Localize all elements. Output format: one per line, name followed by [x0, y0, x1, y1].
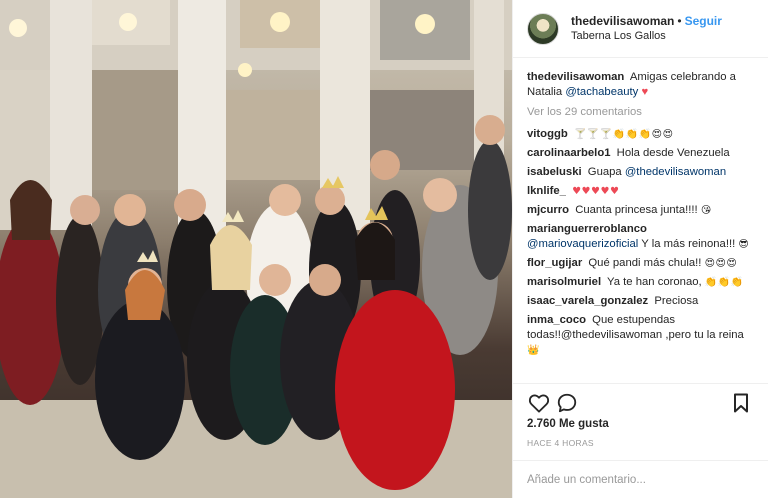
comment-item: isaac_varela_gonzalez Preciosa [527, 294, 759, 309]
follow-button[interactable]: Seguir [685, 14, 722, 28]
comment-item: inma_coco Que estupendas todas!!@thedevi… [527, 313, 759, 358]
comment-text: Preciosa [654, 295, 699, 307]
comment-username[interactable]: isabeluski [527, 166, 582, 178]
comments-list: thedevilisawoman Amigas celebrando a Nat… [513, 64, 768, 382]
action-bar [513, 383, 768, 417]
comment-item: carolinaarbelo1 Hola desde Venezuela [527, 146, 759, 161]
header-text: thedevilisawoman • Seguir Taberna Los Gall… [571, 14, 722, 44]
caption-username[interactable]: thedevilisawoman [527, 71, 624, 83]
comment-emoji: 👏👏👏 [704, 277, 744, 288]
comment-username[interactable]: marisolmuriel [527, 276, 601, 288]
comment-text: Cuanta princesa junta!!!! [575, 204, 698, 216]
separator-dot: • [677, 13, 682, 28]
location-link[interactable]: Taberna Los Gallos [571, 29, 722, 44]
comment-text: Y la más reinona!!! [641, 238, 736, 250]
comment-text: Ya te han coronao, [607, 276, 702, 288]
post-header: thedevilisawoman • Seguir Taberna Los Gall… [513, 0, 768, 58]
comment-mention[interactable]: @thedevilisawoman [625, 166, 726, 178]
username-link[interactable]: thedevilisawoman [571, 14, 674, 28]
group-photo-illustration [0, 0, 512, 498]
comment-username[interactable]: carolinaarbelo1 [527, 147, 611, 159]
add-comment-input[interactable] [527, 473, 755, 486]
post-timestamp: HACE 4 HORAS [527, 438, 594, 448]
comment-username[interactable]: vitoggb [527, 128, 568, 140]
comment-text: Guapa [587, 166, 622, 178]
comment-mention[interactable]: @mariovaquerizoficial [527, 238, 638, 250]
likes-count[interactable]: 2.760 Me gusta [527, 418, 609, 430]
comment-username[interactable]: inma_coco [527, 314, 586, 326]
comment-item: mjcurro Cuanta princesa junta!!!! 😘 [527, 203, 759, 218]
comment-username[interactable]: lknlife_ [527, 185, 566, 197]
bookmark-icon [734, 393, 748, 413]
comment-item: vitoggb 🍸🍸🍸👏👏👏😍😍 [527, 127, 759, 142]
comment-item: isabeluski Guapa @thedevilisawoman [527, 165, 759, 180]
avatar[interactable] [527, 12, 559, 45]
comment-emoji: ♥♥♥♥♥ [572, 186, 620, 197]
save-button[interactable] [727, 389, 755, 417]
comment-username[interactable]: flor_ugijar [527, 257, 582, 269]
view-more-comments-link[interactable]: Ver los 29 comentarios [527, 105, 759, 120]
caption-mention[interactable]: @tachabeauty [565, 86, 638, 98]
comment-item: lknlife_ ♥♥♥♥♥ [527, 184, 759, 199]
heart-icon [528, 394, 550, 413]
comment-username[interactable]: mjcurro [527, 204, 569, 216]
comment-username[interactable]: marianguerreroblanco [527, 223, 647, 235]
post-photo[interactable] [0, 0, 512, 498]
comment-text: Qué pandi más chula!! [588, 257, 702, 269]
comment-button[interactable] [553, 389, 581, 417]
comment-emoji: 😍😍😍 [704, 258, 738, 269]
comment-emoji: 😘 [700, 205, 712, 216]
comment-item: flor_ugijar Qué pandi más chula!! 😍😍😍 [527, 256, 759, 271]
comment-emoji: 👑 [527, 345, 540, 356]
heart-emoji: ♥ [641, 86, 649, 98]
comment-text: Hola desde Venezuela [616, 147, 730, 159]
add-comment-bar [513, 460, 768, 498]
comment-emoji: 😎 [738, 239, 750, 250]
comment-emoji: 🍸🍸🍸👏👏👏😍😍 [573, 129, 674, 140]
comment-username[interactable]: isaac_varela_gonzalez [527, 295, 648, 307]
speech-bubble-icon [557, 393, 577, 413]
comment-item: marianguerreroblanco @mariovaquerizofici… [527, 222, 759, 252]
post-side-panel: thedevilisawoman • Seguir Taberna Los Gall… [512, 0, 768, 498]
like-button[interactable] [525, 389, 553, 417]
comment-item: marisolmuriel Ya te han coronao, 👏👏👏 [527, 275, 759, 290]
header-line: thedevilisawoman • Seguir [571, 14, 722, 29]
caption: thedevilisawoman Amigas celebrando a Nat… [527, 70, 759, 100]
